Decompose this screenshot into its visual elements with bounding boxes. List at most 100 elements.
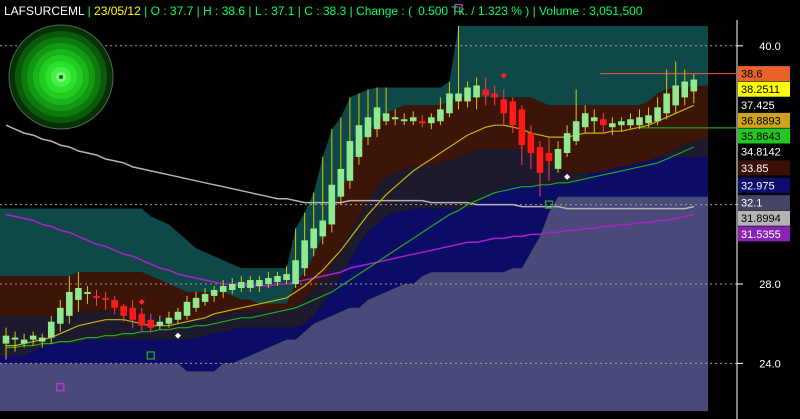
candle-body [618, 121, 625, 126]
candle-body [138, 313, 146, 326]
value-tag-label: 34.8142 [741, 147, 781, 159]
header-sep1: | [84, 4, 94, 18]
candle-body [419, 121, 426, 124]
candle-body [93, 295, 100, 298]
radar-widget-icon[interactable] [8, 24, 114, 130]
candle-body [391, 117, 399, 120]
candle-body [210, 289, 218, 296]
value-tag-label: 38.2511 [741, 84, 780, 96]
candle-body [491, 93, 498, 98]
header-sep2: | [141, 4, 151, 18]
value-tag-label: 38.6 [741, 69, 762, 81]
value-tag-label: 31.8994 [741, 213, 781, 225]
candle-body [636, 117, 643, 126]
candle-body [672, 85, 679, 106]
header-volume: | Volume : 3,051,500 [529, 4, 643, 18]
candle-body [29, 335, 37, 340]
candle-body [265, 278, 272, 285]
axis-tick-label: 28.0 [759, 279, 780, 291]
candle-body [319, 220, 327, 237]
candle-body [464, 87, 471, 102]
candle-body [654, 107, 661, 122]
candle-body [75, 287, 82, 300]
candle-body [373, 107, 381, 130]
candle-body [455, 93, 462, 102]
candle-body [47, 321, 55, 338]
candle-body [572, 121, 580, 142]
candle-body [609, 123, 616, 128]
candle-body [228, 284, 236, 290]
candle-body [38, 337, 46, 342]
candle-body [328, 184, 336, 225]
candle-body [681, 81, 689, 98]
value-tag-label: 32.1 [741, 198, 762, 210]
candle-body [527, 133, 535, 153]
candle-body [545, 153, 553, 161]
candle-body [20, 339, 28, 344]
candle-body [509, 101, 517, 126]
candle-body [84, 291, 91, 294]
candle-body [11, 337, 19, 340]
candle-body [554, 149, 562, 169]
candle-body [355, 125, 363, 157]
candle-body [183, 301, 191, 316]
candle-body [192, 297, 200, 308]
header-change-value: 0.500 Tk. / 1.323 % ) [418, 4, 529, 18]
candle-body [201, 293, 209, 302]
candle-body [283, 274, 290, 281]
header-date: 23/05/12 [94, 4, 141, 18]
candle-body [174, 311, 182, 320]
candle-body [147, 319, 155, 328]
candle-body [600, 119, 607, 126]
candle-body [337, 168, 345, 197]
candle-body [274, 276, 281, 283]
value-tag-label: 31.5355 [741, 229, 781, 241]
candle-body [129, 307, 136, 320]
candle-body [563, 133, 571, 153]
candle-body [247, 280, 254, 288]
candle-body [581, 113, 589, 128]
candle-body [292, 260, 299, 285]
candle-body [301, 240, 308, 269]
candlestick-chart: 24.028.032.040.0 38.638.251137.42536.889… [0, 0, 800, 419]
candle-body [310, 228, 317, 249]
candle-body [645, 115, 652, 124]
value-tag-label: 33.85 [741, 163, 769, 175]
candle-body [518, 109, 526, 146]
candle-body [238, 282, 245, 288]
candle-body [102, 297, 109, 300]
candle-body [2, 335, 10, 344]
candle-body [428, 117, 435, 124]
candle-body [165, 317, 173, 324]
candle-body [57, 307, 64, 324]
value-tag-label: 35.8643 [741, 131, 781, 143]
candle-body [437, 109, 444, 122]
candle-body [219, 286, 227, 292]
candle-body [120, 305, 127, 316]
candle-body [627, 119, 634, 126]
candle-body [409, 117, 417, 122]
candle-body [256, 280, 263, 286]
axis-tick-label: 40.0 [759, 41, 780, 53]
header-change-label: Change : ( [353, 4, 412, 18]
candle-body [690, 79, 698, 92]
axis-tick-label: 24.0 [759, 358, 780, 370]
candle-body [382, 113, 390, 122]
candle-body [111, 299, 118, 308]
candle-body [500, 99, 508, 114]
candle-body [400, 119, 408, 122]
header-symbol: LAFSURCEML [4, 4, 85, 18]
candle-body [482, 89, 489, 96]
candle-body [346, 141, 354, 181]
chart-header: LAFSURCEML | 23/05/12 | O : 37.7 | H : 3… [4, 4, 643, 18]
header-ohlc: O : 37.7 | H : 38.6 | L : 37.1 | C : 38.… [151, 4, 353, 18]
candle-body [446, 93, 453, 114]
value-tag-label: 36.8893 [741, 115, 781, 127]
candle-body [156, 321, 164, 326]
value-tag-label: 37.425 [741, 100, 775, 112]
candle-body [536, 147, 544, 173]
value-tag-label: 32.975 [741, 180, 775, 192]
candle-body [473, 85, 480, 98]
candle-body [66, 291, 73, 316]
candle-body [590, 117, 598, 122]
